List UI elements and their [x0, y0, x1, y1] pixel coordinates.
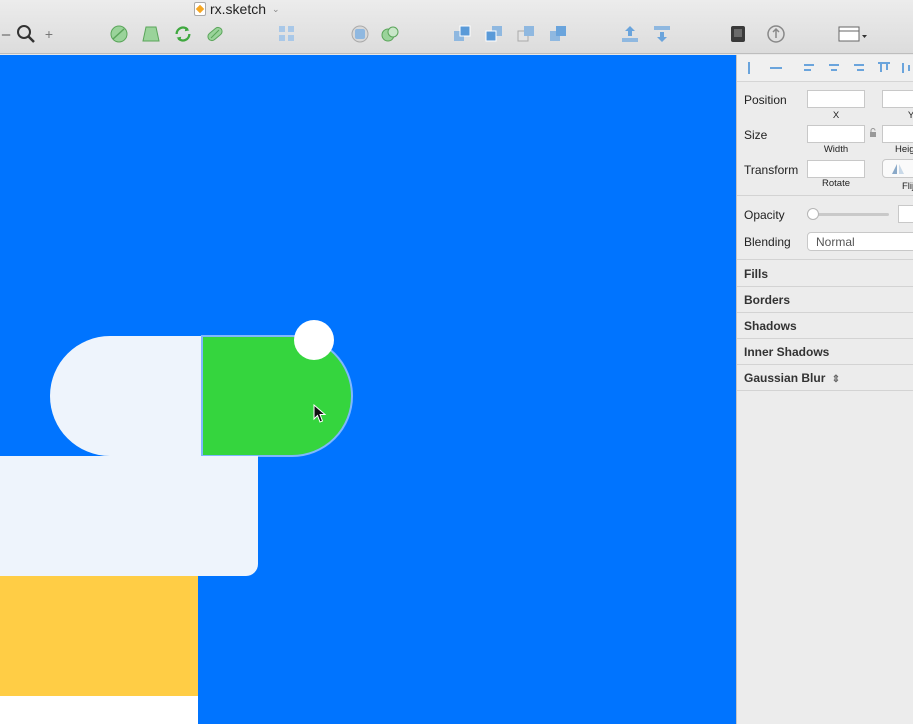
flatten-icon[interactable]: [205, 24, 225, 44]
flip-icon: [892, 164, 904, 174]
mirror-icon[interactable]: [728, 24, 748, 44]
position-x-label: X: [832, 110, 840, 121]
blending-select[interactable]: Normal: [807, 232, 913, 251]
rotate-label: Rotate: [822, 178, 850, 189]
intersect-icon[interactable]: [516, 24, 536, 44]
cursor-arrow-icon: [313, 404, 327, 423]
difference-icon[interactable]: [548, 24, 568, 44]
divider: [737, 338, 913, 339]
union-icon[interactable]: [109, 24, 129, 44]
scissors-icon[interactable]: [380, 24, 400, 44]
grid-icon[interactable]: [277, 24, 297, 44]
opacity-field[interactable]: [898, 205, 913, 223]
shadows-section[interactable]: Shadows: [744, 319, 797, 333]
toolbar: rx.sketch ⌄ – +: [0, 0, 913, 54]
light-rectangle-shape[interactable]: [0, 456, 258, 576]
align-middle-icon[interactable]: [899, 61, 913, 75]
height-label: Heig: [895, 144, 913, 155]
position-y-label: Y: [907, 110, 913, 121]
size-label: Size: [744, 128, 768, 142]
document-title-text: rx.sketch: [210, 1, 267, 17]
cloud-icon[interactable]: [766, 24, 786, 44]
rotate-copies-icon[interactable]: [173, 24, 193, 44]
distribute-vertical-icon[interactable]: [769, 61, 783, 75]
height-field[interactable]: [882, 125, 913, 143]
chevron-down-icon[interactable]: ⌄: [272, 4, 280, 15]
divider: [737, 195, 913, 196]
alignment-bar: [737, 55, 913, 82]
zoom-out-button[interactable]: –: [0, 24, 16, 44]
radius-handle[interactable]: [294, 320, 334, 360]
opacity-slider-knob[interactable]: [807, 208, 819, 220]
borders-section[interactable]: Borders: [744, 293, 790, 307]
transform-label: Transform: [744, 163, 799, 177]
view-icon[interactable]: [838, 24, 868, 44]
position-x-field[interactable]: [807, 90, 865, 108]
align-top-icon[interactable]: [877, 61, 891, 75]
export-icon[interactable]: [620, 24, 640, 44]
mask-icon[interactable]: [350, 24, 370, 44]
flip-button[interactable]: [882, 159, 913, 178]
yellow-block-shape[interactable]: [0, 576, 198, 696]
divider: [737, 312, 913, 313]
white-block-shape[interactable]: [0, 696, 198, 724]
opacity-label: Opacity: [744, 208, 785, 222]
flip-label: Flij: [902, 181, 913, 192]
lock-icon[interactable]: [869, 128, 877, 138]
align-right-icon[interactable]: [851, 61, 865, 75]
rotate-field[interactable]: [807, 160, 865, 178]
updown-chevron-icon[interactable]: ⇕: [832, 374, 840, 385]
fills-section[interactable]: Fills: [744, 267, 768, 281]
transform-icon[interactable]: [141, 24, 161, 44]
gaussian-blur-label: Gaussian Blur: [744, 371, 826, 385]
divider: [737, 364, 913, 365]
sketch-window: rx.sketch ⌄ – + Position X Y Size Width …: [0, 0, 913, 724]
document-title[interactable]: rx.sketch ⌄: [194, 0, 280, 18]
zoom-in-button[interactable]: +: [39, 24, 59, 44]
divider: [737, 259, 913, 260]
forward-icon[interactable]: [452, 24, 472, 44]
import-icon[interactable]: [652, 24, 672, 44]
divider: [737, 286, 913, 287]
width-field[interactable]: [807, 125, 865, 143]
opacity-slider[interactable]: [807, 208, 889, 220]
zoom-icon[interactable]: [16, 24, 36, 44]
width-label: Width: [823, 144, 849, 155]
position-label: Position: [744, 93, 787, 107]
align-center-icon[interactable]: [827, 61, 841, 75]
divider: [737, 390, 913, 391]
inner-shadows-section[interactable]: Inner Shadows: [744, 345, 829, 359]
position-y-field[interactable]: [882, 90, 913, 108]
distribute-horizontal-icon[interactable]: [743, 61, 757, 75]
canvas[interactable]: [0, 55, 736, 724]
sketch-file-icon: [194, 2, 206, 16]
blending-label: Blending: [744, 235, 791, 249]
gaussian-blur-section[interactable]: Gaussian Blur ⇕: [744, 371, 840, 385]
backward-icon[interactable]: [484, 24, 504, 44]
inspector-panel: Position X Y Size Width Heig Transform R…: [736, 55, 913, 724]
align-left-icon[interactable]: [803, 61, 817, 75]
selection-outline: [201, 335, 353, 457]
